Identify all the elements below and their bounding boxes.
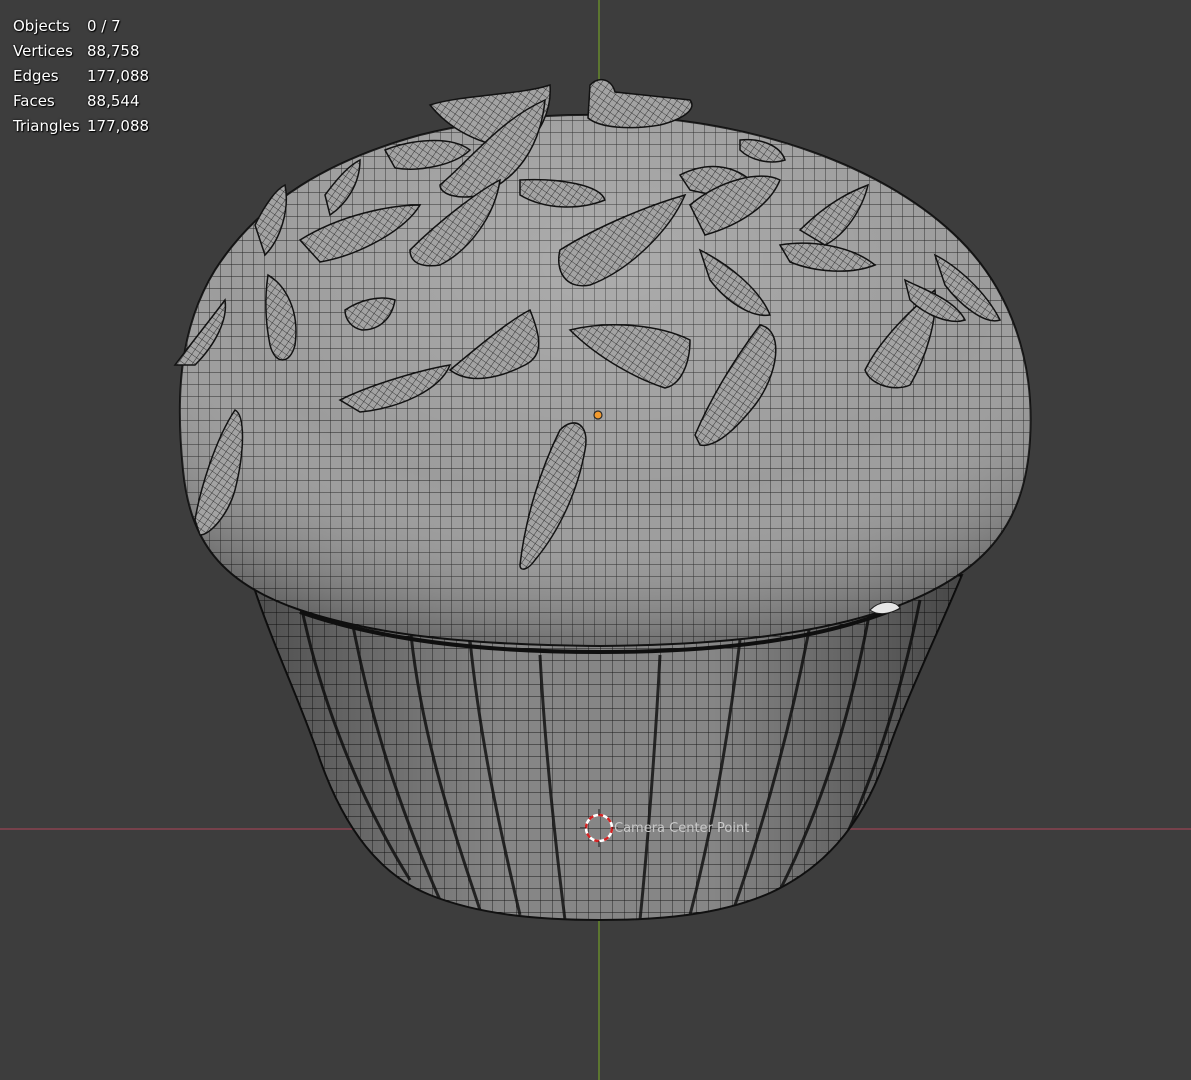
stat-objects-label: Objects bbox=[13, 17, 70, 35]
object-origin-icon[interactable] bbox=[593, 410, 603, 420]
camera-label: Camera Center Point bbox=[614, 821, 749, 836]
stat-edges-value: 177,088 bbox=[87, 67, 150, 85]
stat-vertices-label: Vertices bbox=[13, 42, 73, 60]
cupcake-mesh[interactable] bbox=[173, 78, 1032, 922]
stat-objects-value: 0 / 7 bbox=[87, 17, 121, 35]
stat-triangles-label: Triangles bbox=[13, 117, 80, 135]
stat-triangles-value: 177,088 bbox=[87, 117, 150, 135]
stat-faces-value: 88,544 bbox=[87, 92, 140, 110]
stat-faces-label: Faces bbox=[13, 92, 55, 110]
stat-edges-label: Edges bbox=[13, 67, 59, 85]
statistics-overlay: Objects 0 / 7 Vertices 88,758 Edges 177,… bbox=[13, 16, 149, 136]
stat-vertices-value: 88,758 bbox=[87, 42, 140, 60]
scene-canvas[interactable]: Camera Center Point bbox=[0, 0, 1191, 1080]
3d-viewport[interactable]: Camera Center Point Objects 0 / 7 Vertic… bbox=[0, 0, 1191, 1080]
